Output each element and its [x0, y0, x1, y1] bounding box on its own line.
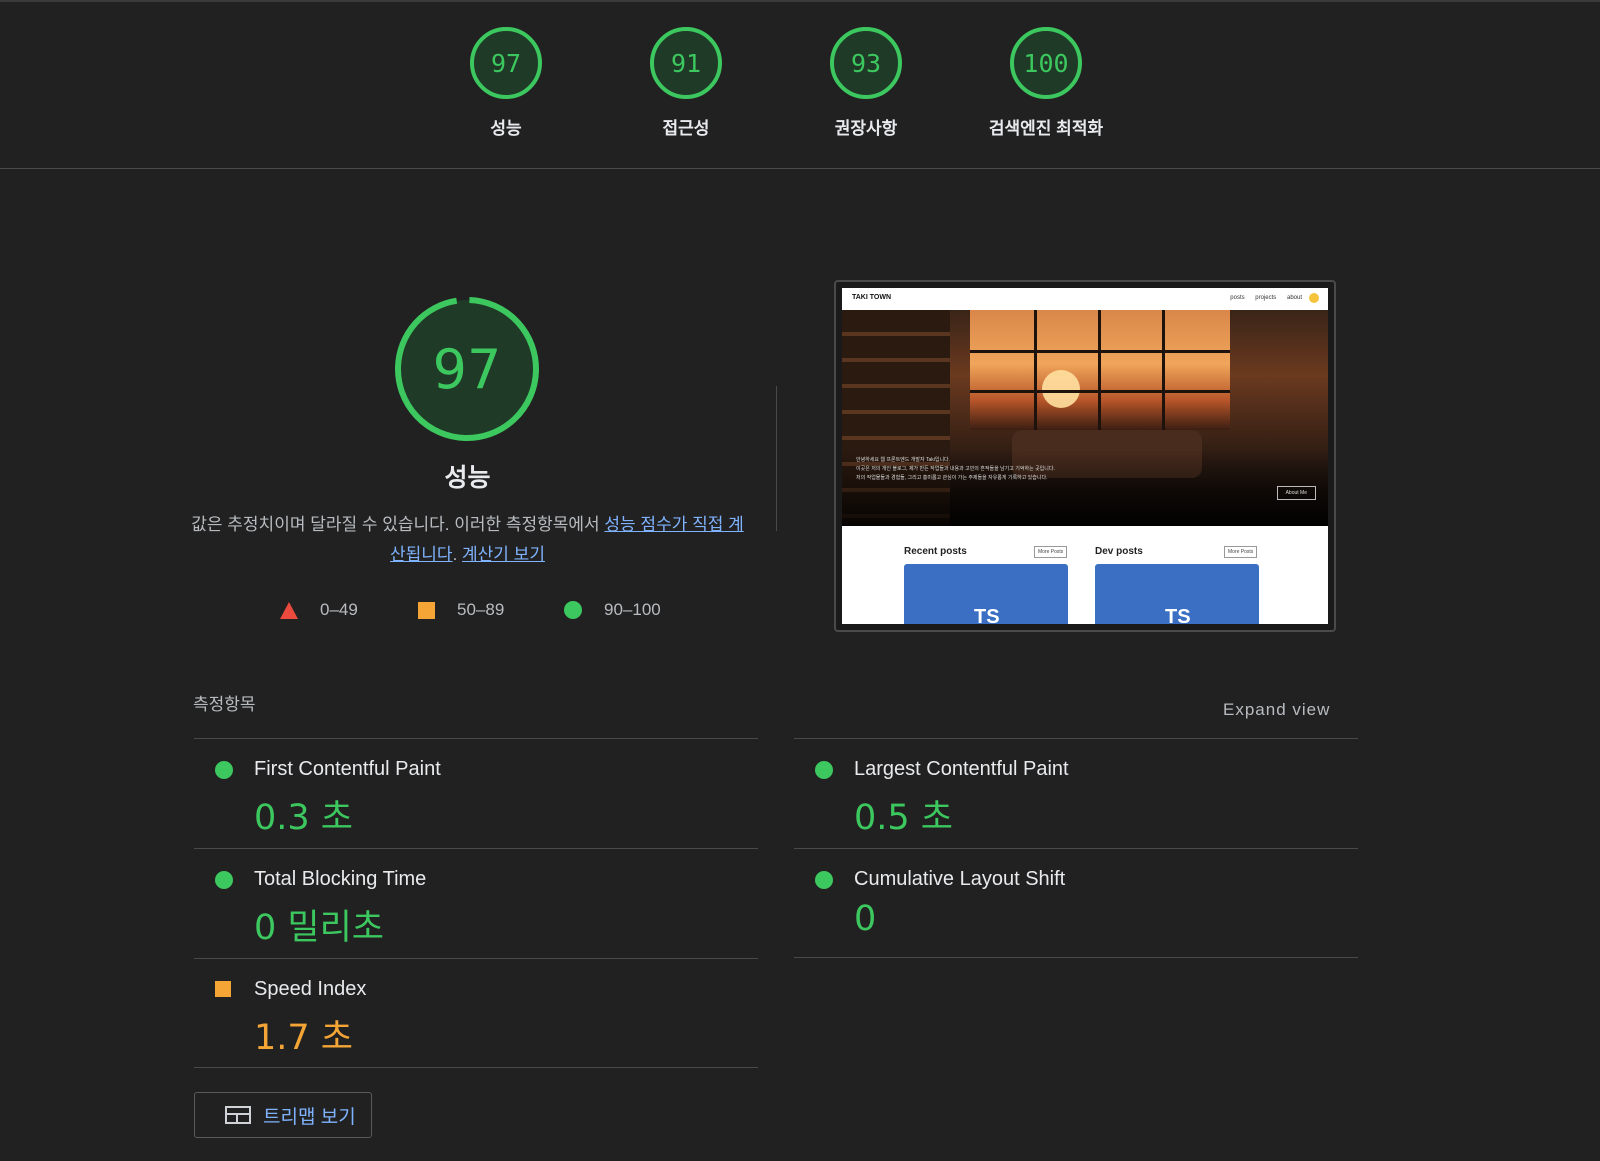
performance-title: 성능 [444, 464, 491, 492]
metric-fcp[interactable]: First Contentful Paint 0.3 초 [194, 738, 758, 848]
post-card: TS [904, 564, 1068, 624]
recent-posts-title: Recent posts [904, 546, 967, 557]
final-screenshot[interactable]: TAKI TOWN posts projects about 안녕하세요 웹 프… [834, 280, 1336, 632]
expand-view-toggle[interactable]: Expand view [1223, 700, 1330, 720]
hero-sun [1042, 370, 1080, 408]
screenshot-page: TAKI TOWN posts projects about 안녕하세요 웹 프… [842, 288, 1328, 624]
legend-range: 90–100 [604, 600, 661, 619]
metric-value: 0 밀리초 [254, 908, 384, 948]
legend-range: 50–89 [457, 600, 505, 619]
performance-gauge: 97 [395, 297, 539, 441]
performance-description: 값은 추정치이며 달라질 수 있습니다. 이러한 측정항목에서 성능 점수가 직… [190, 510, 745, 570]
metric-value: 0.5 초 [854, 798, 953, 838]
metric-name: Largest Contentful Paint [854, 758, 1069, 780]
gauge-score: 97 [491, 49, 521, 78]
gauge-accessibility[interactable]: 91 접근성 [596, 26, 776, 139]
performance-score: 97 [433, 338, 502, 401]
metric-tbt[interactable]: Total Blocking Time 0 밀리초 [194, 848, 758, 958]
screenshot-nav: TAKI TOWN posts projects about [842, 288, 1328, 310]
treemap-button[interactable]: 트리맵 보기 [194, 1092, 372, 1138]
post-card-label: TS [1165, 606, 1191, 624]
gauge-label: 검색엔진 최적화 [988, 119, 1104, 138]
hero-line: 안녕하세요 웹 프론트엔드 개발자 Taki입니다. [856, 457, 951, 463]
pass-circle-icon [815, 871, 833, 889]
calculator-link[interactable]: 계산기 보기 [462, 545, 545, 564]
circle-icon [564, 601, 582, 619]
screenshot-brand: TAKI TOWN [852, 294, 892, 301]
nav-link: about [1286, 295, 1302, 301]
dev-posts-title: Dev posts [1095, 546, 1143, 557]
gauge-label: 접근성 [662, 119, 710, 138]
square-icon [418, 601, 435, 619]
more-posts-button: More Posts [1034, 546, 1068, 558]
metric-name: Speed Index [254, 978, 367, 1000]
post-card: TS [1095, 564, 1259, 624]
window-bar [1162, 310, 1165, 430]
window-bar [1034, 310, 1037, 430]
hero-text: 안녕하세요 웹 프론트엔드 개발자 Taki입니다. 이곳은 저의 개인 블로그… [856, 456, 1156, 483]
gauge-performance-ring: 97 [470, 27, 542, 99]
gauge-label: 권장사항 [834, 119, 898, 138]
metric-name: Cumulative Layout Shift [854, 868, 1066, 890]
description-text: 값은 추정치이며 달라질 수 있습니다. 이러한 측정항목에서 [191, 515, 605, 534]
metric-speed-index[interactable]: Speed Index 1.7 초 [194, 958, 758, 1068]
hero-line: 저의 작업물들과 경험들, 그리고 흥미롭고 관심이 가는 주제들을 자유롭게 … [856, 475, 1048, 481]
treemap-icon [225, 1106, 251, 1124]
screenshot-hero: 안녕하세요 웹 프론트엔드 개발자 Taki입니다. 이곳은 저의 개인 블로그… [842, 310, 1328, 526]
gauge-score: 93 [851, 49, 881, 78]
treemap-button-label: 트리맵 보기 [263, 1106, 356, 1128]
hero-line: 이곳은 저의 개인 블로그, 제가 만든 작업들과 내용과 고민의 흔적들을 남… [856, 466, 1055, 472]
gauge-best-practices[interactable]: 93 권장사항 [776, 26, 956, 139]
section-divider [776, 386, 777, 531]
pass-circle-icon [815, 761, 833, 779]
gauge-accessibility-ring: 91 [650, 27, 722, 99]
nav-link: projects [1255, 295, 1277, 301]
pass-circle-icon [215, 871, 233, 889]
post-card-label: TS [974, 606, 1000, 624]
score-legend: 0–49 50–89 90–100 [280, 600, 700, 622]
metrics-right-column: Largest Contentful Paint 0.5 초 Cumulativ… [794, 738, 1358, 958]
metrics-heading: 측정항목 [193, 695, 256, 714]
triangle-icon [280, 601, 298, 619]
gauge-seo[interactable]: 100 검색엔진 최적화 [956, 26, 1136, 139]
metric-value: 1.7 초 [254, 1018, 353, 1058]
metric-cls[interactable]: Cumulative Layout Shift 0 [794, 848, 1358, 958]
window-bar [1098, 310, 1101, 430]
gauge-performance[interactable]: 97 성능 [416, 26, 596, 139]
gauge-best-practices-ring: 93 [830, 27, 902, 99]
gauge-label: 성능 [490, 119, 522, 138]
gauge-score: 91 [671, 49, 701, 78]
screenshot-nav-links: posts projects about [1221, 295, 1302, 301]
gauge-seo-ring: 100 [1010, 27, 1082, 99]
legend-average: 50–89 [418, 600, 504, 620]
legend-fail: 0–49 [280, 600, 358, 620]
about-me-button: About Me [1276, 486, 1316, 500]
metric-value: 0 [854, 899, 877, 939]
description-separator: . [452, 545, 463, 564]
metric-value: 0.3 초 [254, 798, 353, 838]
metrics-left-column: First Contentful Paint 0.3 초 Total Block… [194, 738, 758, 1068]
metric-name: Total Blocking Time [254, 868, 427, 890]
metric-name: First Contentful Paint [254, 758, 441, 780]
more-posts-button: More Posts [1224, 546, 1258, 558]
legend-range: 0–49 [320, 600, 358, 619]
gauge-score: 100 [1023, 49, 1068, 78]
metric-lcp[interactable]: Largest Contentful Paint 0.5 초 [794, 738, 1358, 848]
pass-circle-icon [215, 761, 233, 779]
sun-icon [1309, 293, 1319, 303]
legend-pass: 90–100 [564, 600, 661, 620]
category-gauges: 97 성능 91 접근성 93 권장사항 100 검색엔진 최적화 [0, 0, 1600, 169]
average-square-icon [215, 981, 231, 997]
nav-link: posts [1230, 295, 1245, 301]
